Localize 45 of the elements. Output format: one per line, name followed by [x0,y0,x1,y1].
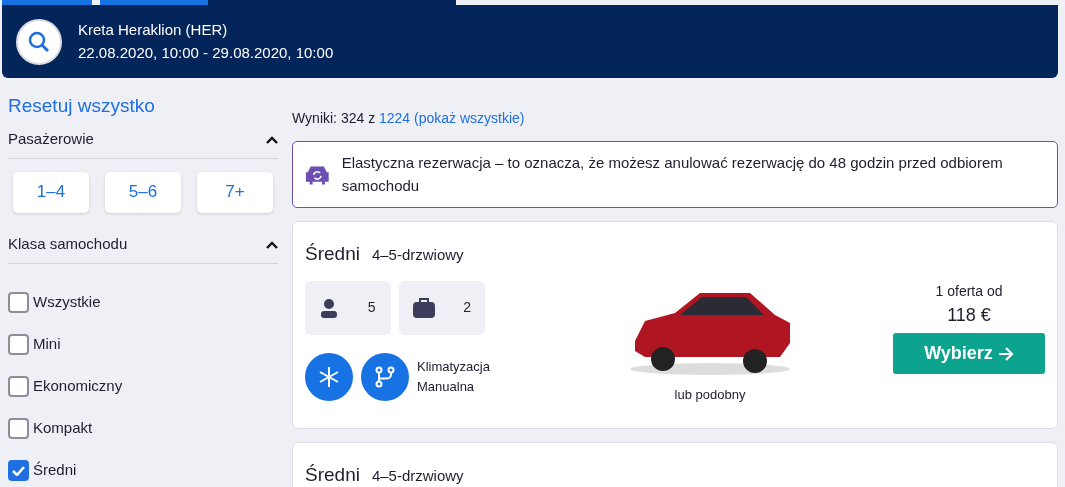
door-count: 4–5-drzwiowy [371,467,464,484]
price: 118 € [947,303,991,327]
chevron-icon[interactable] [266,240,278,249]
passenger-option-button[interactable]: 7+ [197,171,273,213]
arrow-right-icon [997,346,1014,361]
show-all-link[interactable]: (pokaż wszystkie) [414,110,525,126]
checkbox-label: Mini [33,334,61,355]
passenger-option-button[interactable]: 5–6 [105,171,181,213]
checkbox[interactable] [8,460,29,481]
bag-count: 2 [463,298,471,317]
checkbox[interactable] [8,334,29,355]
car-category: Średni [305,464,360,485]
person-icon [320,297,337,318]
notice-text: Elastyczna rezerwacja – to oznacza, że możesz anulować rezerwację do 48 godzin przed odbiorem samochodu [341,153,1004,196]
checkbox-label: Kompakt [33,418,93,439]
dates-text: 22.08.2020, 10:00 - 29.08.2020, 10:00 [78,42,334,63]
total-link[interactable]: 1224 [379,110,411,126]
search-button[interactable] [16,18,62,65]
car-category: Średni [305,243,360,264]
location-text: Kreta Heraklion (HER) [78,20,229,40]
passenger-option-button[interactable]: 1–4 [13,171,89,213]
offer-count: 1 oferta od [935,281,1003,301]
check-icon [12,465,25,476]
feature-text: Manualna [417,377,476,396]
suitcase-icon [413,297,436,318]
checkbox[interactable] [8,418,29,439]
snowflake-icon [318,365,340,388]
results-count: Wyniki: 324 z [292,110,376,126]
reset-link[interactable]: Resetuj wszystko [8,92,155,121]
checkbox[interactable] [8,376,29,397]
branch-icon [374,365,396,388]
checkbox-label: Ekonomiczny [33,376,123,397]
search-icon [27,29,51,54]
filter-title: Klasa samochodu [8,233,128,254]
select-button[interactable]: Wybierz [893,332,1045,374]
similar-note: lub podobny [674,385,746,404]
chevron-icon[interactable] [266,135,278,144]
checkbox-label: Wszystkie [33,292,101,313]
checkbox[interactable] [8,292,29,313]
checkbox-label: Średni [33,460,77,481]
feature-text: Klimatyzacja [417,358,490,376]
door-count: 4–5-drzwiowy [371,246,464,263]
filter-title: Pasażerowie [8,128,94,149]
car-icon [305,163,330,186]
seat-count: 5 [367,298,376,317]
